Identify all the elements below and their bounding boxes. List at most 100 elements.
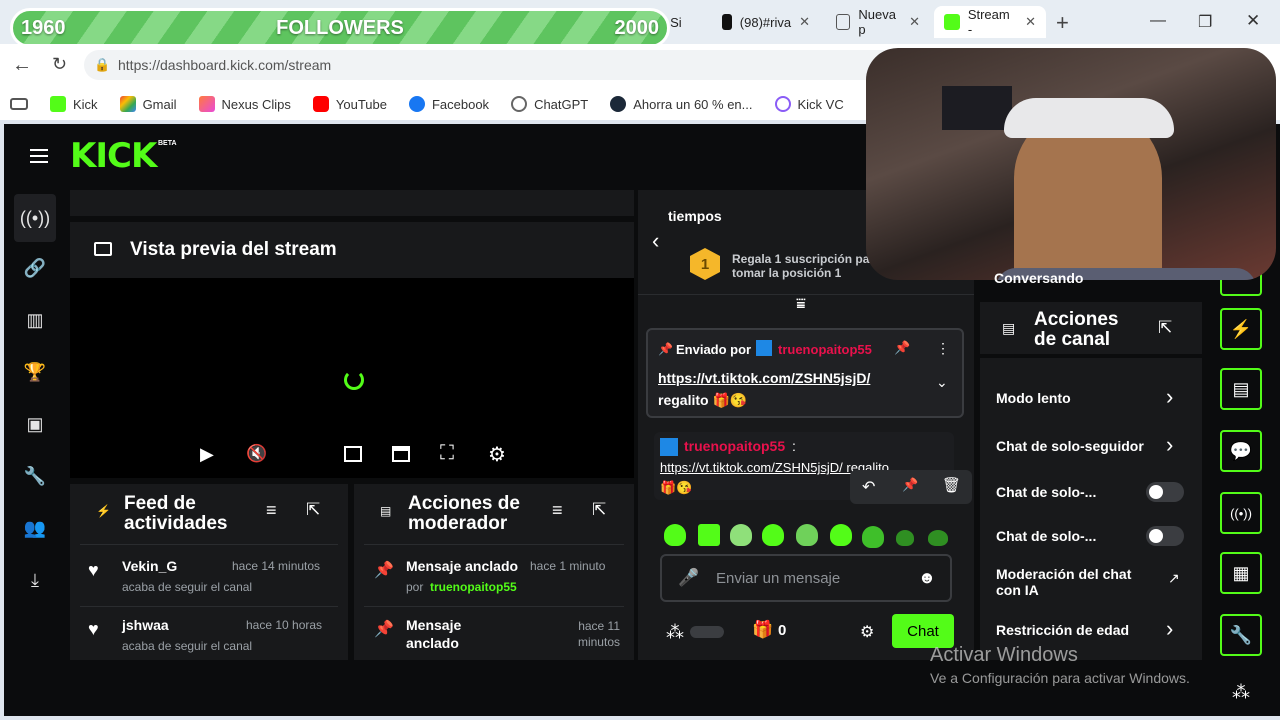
sidebar-community-icon[interactable]: 👥 [14,510,56,546]
chevron-left-icon[interactable]: ‹ [652,228,659,254]
sidebar-stream-icon[interactable]: ((•)) [14,200,56,236]
emote-icon[interactable] [762,524,784,546]
collapse-icon[interactable]: ⩸ [796,296,806,314]
emote-icon[interactable] [796,524,818,546]
sidebar-video-icon[interactable]: ▣ [14,406,56,442]
apps-icon[interactable] [10,98,28,110]
fullscreen-icon[interactable]: ⛶ [440,442,454,465]
sidebar-wrench-icon[interactable]: 🔧 [14,458,56,494]
chevron-right-icon[interactable]: › [1166,432,1173,458]
quick-action-bolt-icon[interactable]: ⚡ [1220,308,1262,350]
bookmark-nexus-clips[interactable]: Nexus Clips [198,96,291,112]
feed-user[interactable]: jshwaa [122,617,169,633]
chevron-right-icon[interactable]: › [1166,616,1173,642]
chat-only-toggle-1[interactable] [1146,482,1184,502]
chat-settings-icon[interactable]: ⚙ [860,622,874,642]
chevron-down-icon[interactable]: ⌄ [936,374,948,391]
mod-item-user[interactable]: truenopaitop55 [430,580,517,594]
emote-icon[interactable] [830,524,852,546]
popout-icon[interactable]: ⇱ [1158,318,1172,338]
theater-mode-icon[interactable] [392,446,410,462]
filter-icon[interactable]: ≡ [266,500,277,521]
popout-icon[interactable]: ⇱ [306,500,320,520]
close-tab-icon[interactable]: ✕ [1025,14,1036,30]
bookmark-gmail[interactable]: Gmail [119,96,177,112]
heart-icon: ♥ [88,619,99,639]
pinned-user[interactable]: truenopaitop55 [778,342,872,357]
new-tab-button[interactable]: + [1056,10,1069,36]
bookmark-kick-vc[interactable]: Kick VC [774,96,844,112]
pinned-link[interactable]: https://vt.tiktok.com/ZSHN5jsjD/ [658,370,870,386]
url-field[interactable]: 🔒 https://dashboard.kick.com/stream [84,50,904,80]
back-icon[interactable]: ← [12,54,32,77]
quick-action-broadcast-icon[interactable]: ((•)) [1220,492,1262,534]
pin-icon: 📌 [374,621,394,638]
more-options-icon[interactable]: ⋮ [936,340,950,357]
browser-tab-active[interactable]: Stream - ✕ [934,6,1046,38]
menu-icon[interactable] [28,146,50,166]
mute-icon[interactable]: 🔇 [246,444,267,464]
kick-logo[interactable]: KICK [70,136,157,176]
sidebar-analytics-icon[interactable]: ▥ [14,302,56,338]
quick-action-chat-icon[interactable]: 💬 [1220,430,1262,472]
action-followers-only-chat[interactable]: Chat de solo-seguidor [996,438,1144,454]
gift-icon[interactable]: 🎁 [752,620,773,640]
bookmark-steam[interactable]: Ahorra un 60 % en... [610,96,753,112]
delete-icon[interactable]: 🗑 [942,476,961,494]
bookmark-facebook[interactable]: Facebook [408,96,489,112]
reply-icon[interactable]: ↶ [862,477,875,497]
sidebar-trophy-icon[interactable]: 🏆 [14,354,56,390]
emote-icon[interactable] [928,530,948,546]
browser-tab[interactable]: (98)#riva ✕ [712,6,820,38]
leaderboard-label: tiempos [668,208,722,224]
mod-icon: ▤ [380,504,392,518]
chat-input[interactable]: Enviar un mensaje [716,570,840,587]
sidebar-link-icon[interactable]: 🔗 [14,250,56,286]
emote-icon[interactable] [862,526,884,548]
kicks-icon[interactable]: ⁂ [666,622,684,643]
emoji-picker-icon[interactable]: ☻ [918,568,936,588]
send-chat-button[interactable]: Chat [892,614,954,648]
minimize-button[interactable]: — [1150,12,1166,30]
chevron-right-icon[interactable]: › [1166,384,1173,410]
filter-icon[interactable]: ≡ [552,500,563,521]
mod-item-title: Mensaje anclado [406,558,519,574]
quick-action-wrench-icon[interactable]: 🔧 [1220,614,1262,656]
stream-preview-title: Vista previa del stream [130,239,337,260]
close-tab-icon[interactable]: ✕ [909,14,920,30]
feed-user[interactable]: Vekin_G [122,558,177,574]
emote-icon[interactable] [698,524,720,546]
site-info-icon[interactable]: 🔒 [94,57,110,73]
unpin-icon[interactable]: 📌 [894,340,910,356]
external-link-icon[interactable]: ↗ [1168,570,1180,587]
kick-small-icon[interactable]: ⁂ [1232,682,1250,703]
settings-gear-icon[interactable]: ⚙ [488,442,506,467]
popout-icon[interactable]: ⇱ [592,500,606,520]
sidebar-upload-icon[interactable]: ⤓ [14,562,56,598]
microphone-icon[interactable]: 🎤 [678,568,699,588]
quick-action-layout-icon[interactable]: ▦ [1220,552,1262,594]
bookmark-youtube[interactable]: YouTube [312,96,387,112]
close-window-button[interactable]: ✕ [1246,11,1260,31]
browser-tab[interactable]: Nueva p ✕ [826,6,930,38]
play-icon[interactable]: ▶ [200,444,214,465]
action-slow-mode[interactable]: Modo lento [996,390,1071,406]
action-ai-moderation[interactable]: Moderación del chat con IA [996,566,1131,598]
emote-icon[interactable] [896,530,914,546]
pip-icon[interactable] [344,446,362,462]
close-tab-icon[interactable]: ✕ [799,14,810,30]
bookmark-chatgpt[interactable]: ChatGPT [511,96,588,112]
kicks-toggle[interactable] [690,626,724,638]
action-age-restriction[interactable]: Restricción de edad [996,622,1129,638]
chat-only-toggle-2[interactable] [1146,526,1184,546]
chat-input-box[interactable]: 🎤 Enviar un mensaje ☻ [660,554,952,602]
reload-icon[interactable]: ↻ [52,54,67,75]
quick-action-notes-icon[interactable]: ▤ [1220,368,1262,410]
chat-username[interactable]: truenopaitop55 [684,438,785,454]
emote-icon[interactable] [664,524,686,546]
bookmark-kick[interactable]: Kick [50,96,98,112]
emote-icon[interactable] [730,524,752,546]
stream-preview-player[interactable]: ▶ 🔇 ⛶ ⚙ [70,278,634,478]
pin-message-icon[interactable]: 📌 [902,477,918,493]
restore-button[interactable]: ❐ [1198,12,1212,32]
